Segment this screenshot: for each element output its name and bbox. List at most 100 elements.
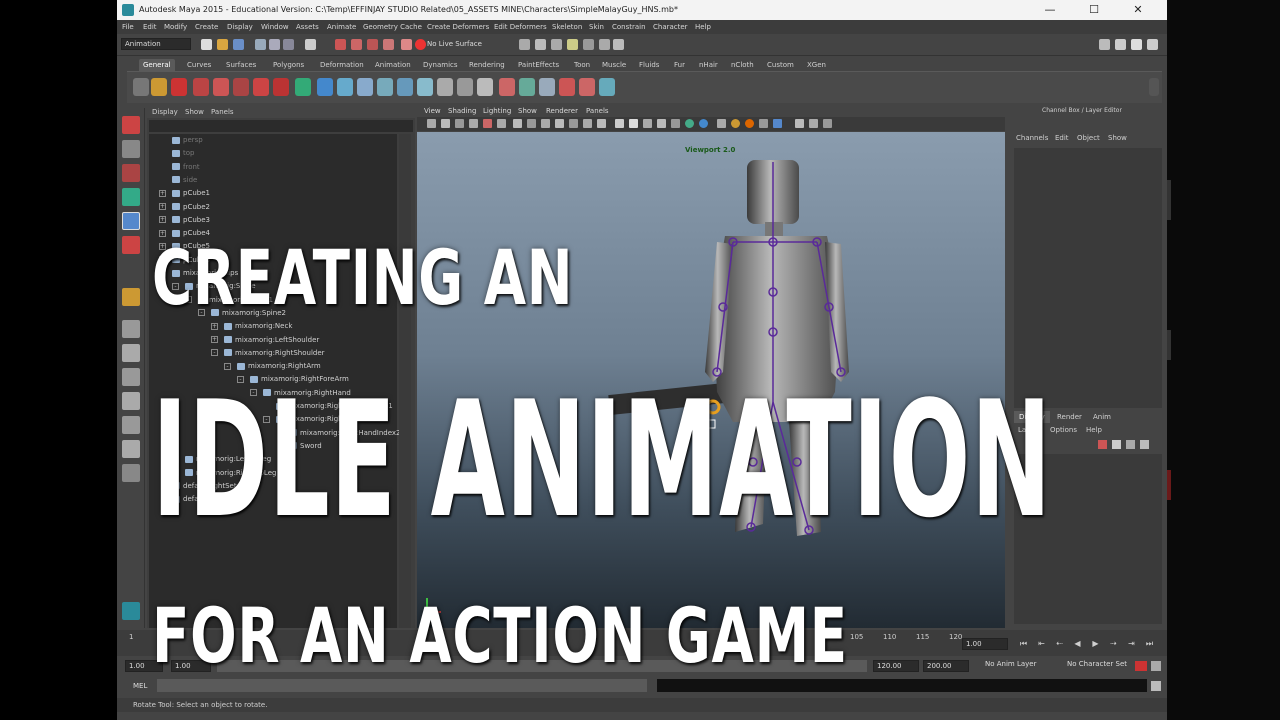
menu-skeleton[interactable]: Skeleton [552, 23, 582, 31]
outliner-row[interactable]: + mixamorig:LeftShoulder [211, 336, 319, 349]
render-settings-icon[interactable] [567, 39, 578, 50]
outliner-row[interactable]: + pCube1 [159, 189, 210, 202]
layout-four-icon[interactable] [122, 344, 140, 362]
rotate-tool-icon[interactable] [122, 212, 140, 230]
shadows-icon[interactable] [685, 119, 694, 128]
paint-select-tool-icon[interactable] [122, 164, 140, 182]
play-forwards-icon[interactable]: ▶ [1091, 639, 1100, 648]
shelf-menu-icon[interactable] [133, 78, 149, 96]
shelf-tab-toon[interactable]: Toon [570, 59, 594, 71]
shelf-tab-painteffects[interactable]: PaintEffects [514, 59, 563, 71]
layout-single-icon[interactable] [122, 320, 140, 338]
outliner-row[interactable]: top [159, 149, 194, 162]
layout-persp-outliner-icon[interactable] [122, 392, 140, 410]
snap-live-icon[interactable] [383, 39, 394, 50]
menu-modify[interactable]: Modify [164, 23, 187, 31]
outliner-row[interactable]: persp [159, 136, 203, 149]
no-live-icon[interactable] [415, 39, 426, 50]
expand-toggle-icon[interactable]: + [211, 322, 218, 330]
two-d-pan-icon[interactable] [483, 119, 492, 128]
safe-action-icon[interactable] [583, 119, 592, 128]
expand-toggle-icon[interactable]: + [159, 216, 166, 224]
menu-edit-deformers[interactable]: Edit Deformers [494, 23, 547, 31]
safe-title-icon[interactable] [597, 119, 606, 128]
snap-curve-icon[interactable] [335, 39, 346, 50]
outliner-menu-display[interactable]: Display [152, 108, 178, 116]
step-forward-key-icon[interactable]: ⇥ [1127, 639, 1136, 648]
layer-tab-render[interactable]: Render [1052, 411, 1087, 423]
dope-sheet-icon[interactable] [477, 78, 493, 96]
shelf-options-icon[interactable] [1149, 78, 1159, 96]
render-view-icon[interactable] [599, 39, 610, 50]
outliner-menu-panels[interactable]: Panels [211, 108, 234, 116]
xray-components-icon[interactable] [759, 119, 768, 128]
shelf-tab-fur[interactable]: Fur [670, 59, 689, 71]
field-chart-icon[interactable] [569, 119, 578, 128]
set-key-icon[interactable] [437, 78, 453, 96]
shelf-tab-rendering[interactable]: Rendering [465, 59, 509, 71]
layer-move-up-icon[interactable] [1126, 440, 1135, 449]
viewport-menu-shading[interactable]: Shading [448, 107, 476, 115]
expand-toggle-icon[interactable]: + [159, 189, 166, 197]
go-to-end-icon[interactable]: ⏭ [1145, 639, 1154, 648]
gate-mask-icon[interactable] [555, 119, 564, 128]
wireframe-icon[interactable] [615, 119, 624, 128]
shelf-tab-general[interactable]: General [139, 59, 175, 71]
deformer-icon[interactable] [599, 78, 615, 96]
paint-select-icon[interactable] [213, 78, 229, 96]
menu-file[interactable]: File [122, 23, 134, 31]
outliner-row[interactable]: + pCube3 [159, 216, 210, 229]
auto-key-icon[interactable] [1135, 661, 1147, 671]
shelf-tab-deformation[interactable]: Deformation [316, 59, 368, 71]
toggle-channel-box-icon[interactable] [1147, 39, 1158, 50]
xray-icon[interactable] [731, 119, 740, 128]
shelf-tab-xgen[interactable]: XGen [803, 59, 830, 71]
shelf-tab-muscle[interactable]: Muscle [598, 59, 630, 71]
select-tool-icon[interactable] [151, 78, 167, 96]
outliner-row[interactable]: front [159, 163, 200, 176]
select-component-icon[interactable] [283, 39, 294, 50]
layout-hypershade-icon[interactable] [122, 440, 140, 458]
lasso-icon[interactable] [193, 78, 209, 96]
animation-preferences-icon[interactable] [1151, 661, 1161, 671]
expand-toggle-icon[interactable]: + [211, 336, 218, 343]
snap-view-icon[interactable] [367, 39, 378, 50]
wireframe-on-shaded-icon[interactable] [643, 119, 652, 128]
viewport-menu-view[interactable]: View [424, 107, 441, 115]
menu-help[interactable]: Help [695, 23, 711, 31]
menu-animate[interactable]: Animate [327, 23, 356, 31]
lights-icon[interactable] [671, 119, 680, 128]
renderer-icon[interactable] [613, 39, 624, 50]
menu-set-dropdown[interactable]: Animation [121, 38, 191, 50]
menu-skin[interactable]: Skin [589, 23, 604, 31]
resolution-gate-icon[interactable] [541, 119, 550, 128]
layout-two-icon[interactable] [122, 368, 140, 386]
menu-display[interactable]: Display [227, 23, 253, 31]
toggle-modeling-toolkit-icon[interactable] [1099, 39, 1110, 50]
viewport-menu-show[interactable]: Show [518, 107, 537, 115]
menu-create-deformers[interactable]: Create Deformers [427, 23, 489, 31]
outliner-row[interactable]: + mixamorig:Neck [211, 322, 292, 335]
gamma-icon[interactable] [823, 119, 832, 128]
camera-attributes-icon[interactable] [441, 119, 450, 128]
menu-character[interactable]: Character [653, 23, 688, 31]
select-camera-icon[interactable] [427, 119, 436, 128]
menu-window[interactable]: Window [261, 23, 289, 31]
outliner-menu-show[interactable]: Show [185, 108, 204, 116]
shelf-tab-polygons[interactable]: Polygons [269, 59, 308, 71]
anim-layer-dropdown[interactable]: No Anim Layer [985, 660, 1036, 668]
smooth-shade-icon[interactable] [629, 119, 638, 128]
shelf-tab-dynamics[interactable]: Dynamics [419, 59, 462, 71]
render-icon[interactable] [499, 78, 515, 96]
select-object-icon[interactable] [269, 39, 280, 50]
layout-graph-icon[interactable] [122, 416, 140, 434]
character-set-dropdown[interactable]: No Character Set [1067, 660, 1127, 668]
select-hierarchy-icon[interactable] [255, 39, 266, 50]
command-input[interactable] [157, 679, 647, 692]
go-to-start-icon[interactable]: ⏮ [1019, 639, 1028, 648]
playback-end-field[interactable]: 120.00 [873, 660, 919, 672]
shelf-tab-ncloth[interactable]: nCloth [727, 59, 758, 71]
channel-menu-channels[interactable]: Channels [1016, 134, 1048, 142]
step-back-frame-icon[interactable]: ⇠ [1055, 639, 1064, 648]
film-gate-icon[interactable] [527, 119, 536, 128]
